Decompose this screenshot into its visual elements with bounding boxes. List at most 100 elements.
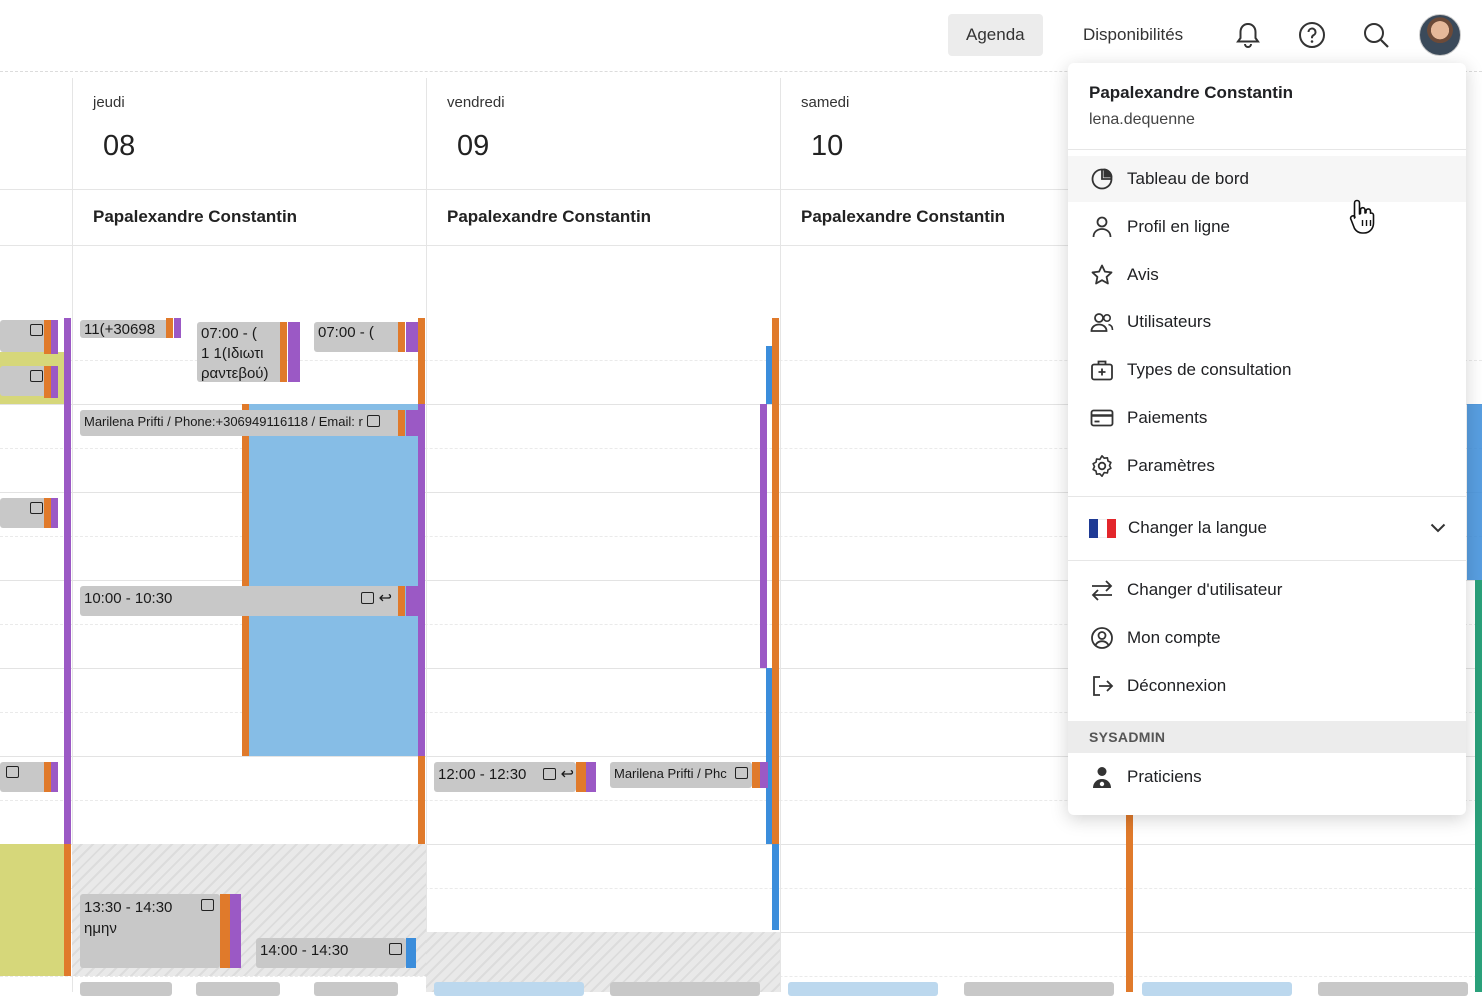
menu-item-dashboard[interactable]: Tableau de bord bbox=[1068, 156, 1466, 202]
event-color-bar bbox=[1126, 812, 1133, 992]
menu-item-online-profile[interactable]: Profil en ligne bbox=[1068, 204, 1466, 250]
reply-icon[interactable]: ↩ bbox=[539, 764, 574, 784]
event-color-bar bbox=[51, 762, 58, 792]
menu-item-consultation-types[interactable]: Types de consultation bbox=[1068, 347, 1466, 393]
menu-item-language[interactable]: Changer la langue bbox=[1068, 505, 1466, 551]
menu-item-users[interactable]: Utilisateurs bbox=[1068, 299, 1466, 345]
event-card[interactable]: 11(+30698 bbox=[80, 320, 170, 338]
account-circle-icon bbox=[1089, 625, 1115, 651]
event-color-bar bbox=[772, 318, 779, 844]
event-card[interactable]: 07:00 - ( 1 1(Ιδιωτι ραντεβού) bbox=[197, 322, 285, 382]
event-card[interactable]: 13:30 - 14:30 ημην bbox=[80, 894, 220, 968]
event-card[interactable]: Marilena Prifti / Phone:+306949116118 / … bbox=[80, 410, 400, 436]
event-card[interactable]: 14:00 - 14:30 bbox=[256, 938, 406, 968]
event-color-bar bbox=[772, 844, 779, 930]
event-card[interactable] bbox=[434, 982, 584, 996]
practitioner-row: Papalexandre Constantin bbox=[426, 190, 780, 246]
event-card[interactable] bbox=[610, 982, 760, 996]
external-link-icon[interactable] bbox=[389, 943, 402, 955]
menu-divider bbox=[1068, 496, 1466, 497]
event-time: 07:00 - ( bbox=[201, 324, 281, 344]
event-card[interactable] bbox=[80, 982, 172, 996]
event-color-bar bbox=[752, 762, 760, 788]
event-text: 1 1(Ιδιωτι bbox=[201, 344, 281, 364]
external-link-icon[interactable] bbox=[735, 767, 748, 779]
event-color-bar bbox=[230, 894, 241, 968]
menu-item-label: Changer la langue bbox=[1128, 518, 1267, 538]
practitioner-row: Papalexandre Constantin bbox=[72, 190, 426, 246]
event-color-bar bbox=[418, 404, 425, 756]
availability-nav-button[interactable]: Disponibilités bbox=[1065, 14, 1201, 56]
event-card[interactable] bbox=[0, 366, 48, 396]
menu-item-practitioners[interactable]: Praticiens bbox=[1068, 754, 1466, 800]
event-card[interactable] bbox=[196, 982, 280, 996]
event-card[interactable] bbox=[314, 982, 398, 996]
event-card[interactable] bbox=[1318, 982, 1468, 996]
external-link-icon[interactable] bbox=[201, 899, 214, 911]
top-bar: Agenda Disponibilités bbox=[0, 0, 1482, 72]
blocked-slot[interactable] bbox=[0, 844, 64, 976]
event-time: 13:30 - 14:30 bbox=[84, 897, 216, 918]
menu-item-my-account[interactable]: Mon compte bbox=[1068, 615, 1466, 661]
event-color-bar bbox=[44, 366, 51, 398]
event-color-bar bbox=[398, 322, 405, 352]
practitioner-row-prev bbox=[0, 190, 72, 246]
event-color-bar bbox=[418, 756, 425, 844]
event-card[interactable]: Marilena Prifti / Phc bbox=[610, 762, 752, 788]
event-card[interactable] bbox=[0, 498, 48, 528]
event-color-bar bbox=[44, 320, 51, 354]
day-name: samedi bbox=[801, 94, 849, 111]
column-divider bbox=[780, 246, 781, 992]
france-flag-icon bbox=[1089, 519, 1116, 538]
chevron-down-icon[interactable] bbox=[1430, 518, 1446, 538]
menu-item-payments[interactable]: Paiements bbox=[1068, 395, 1466, 441]
user-menu: Papalexandre Constantin lena.dequenne Ta… bbox=[1068, 63, 1466, 815]
calendar-scrollbar[interactable] bbox=[1467, 404, 1482, 580]
event-card[interactable] bbox=[788, 982, 938, 996]
event-card[interactable]: 10:00 - 10:30 ↩ bbox=[80, 586, 400, 616]
menu-item-switch-user[interactable]: Changer d'utilisateur bbox=[1068, 567, 1466, 613]
event-color-bar bbox=[1475, 580, 1482, 992]
reply-icon[interactable]: ↩ bbox=[357, 588, 392, 608]
menu-user-info: Papalexandre Constantin lena.dequenne bbox=[1089, 83, 1293, 129]
event-card[interactable]: 07:00 - ( bbox=[314, 322, 402, 352]
menu-item-logout[interactable]: Déconnexion bbox=[1068, 663, 1466, 709]
event-card[interactable] bbox=[0, 762, 48, 792]
pie-chart-icon bbox=[1089, 166, 1115, 192]
help-icon[interactable] bbox=[1297, 18, 1327, 52]
search-icon[interactable] bbox=[1361, 18, 1391, 52]
day-name: vendredi bbox=[447, 94, 505, 111]
gear-icon bbox=[1089, 453, 1115, 479]
day-header[interactable]: vendredi 09 bbox=[426, 78, 780, 190]
menu-divider bbox=[1068, 149, 1466, 150]
event-time: 07:00 - ( bbox=[318, 324, 374, 341]
star-icon bbox=[1089, 262, 1115, 288]
agenda-nav-button[interactable]: Agenda bbox=[948, 14, 1043, 56]
avatar[interactable] bbox=[1419, 14, 1461, 56]
bell-icon[interactable] bbox=[1233, 18, 1263, 52]
profile-icon bbox=[1089, 214, 1115, 240]
event-color-bar bbox=[220, 894, 230, 968]
event-color-bar bbox=[406, 938, 416, 968]
event-card[interactable]: 12:00 - 12:30 ↩ bbox=[434, 762, 576, 792]
menu-user-login: lena.dequenne bbox=[1089, 111, 1293, 129]
event-color-bar bbox=[766, 346, 772, 404]
menu-item-label: Mon compte bbox=[1127, 628, 1221, 648]
day-header[interactable]: jeudi 08 bbox=[72, 78, 426, 190]
event-color-bar bbox=[766, 668, 772, 844]
event-card[interactable] bbox=[1142, 982, 1292, 996]
menu-item-settings[interactable]: Paramètres bbox=[1068, 443, 1466, 489]
event-color-bar bbox=[64, 318, 71, 844]
event-time: 14:00 - 14:30 bbox=[260, 942, 348, 959]
menu-item-reviews[interactable]: Avis bbox=[1068, 252, 1466, 298]
busy-slot[interactable] bbox=[244, 404, 418, 756]
credit-card-icon bbox=[1089, 405, 1115, 431]
event-color-bar bbox=[44, 498, 51, 528]
column-divider bbox=[426, 246, 427, 992]
event-card[interactable] bbox=[0, 320, 48, 352]
event-card[interactable] bbox=[964, 982, 1114, 996]
swap-icon bbox=[1089, 577, 1115, 603]
doctor-icon bbox=[1089, 764, 1115, 790]
external-link-icon[interactable] bbox=[367, 415, 380, 427]
logout-icon bbox=[1089, 673, 1115, 699]
